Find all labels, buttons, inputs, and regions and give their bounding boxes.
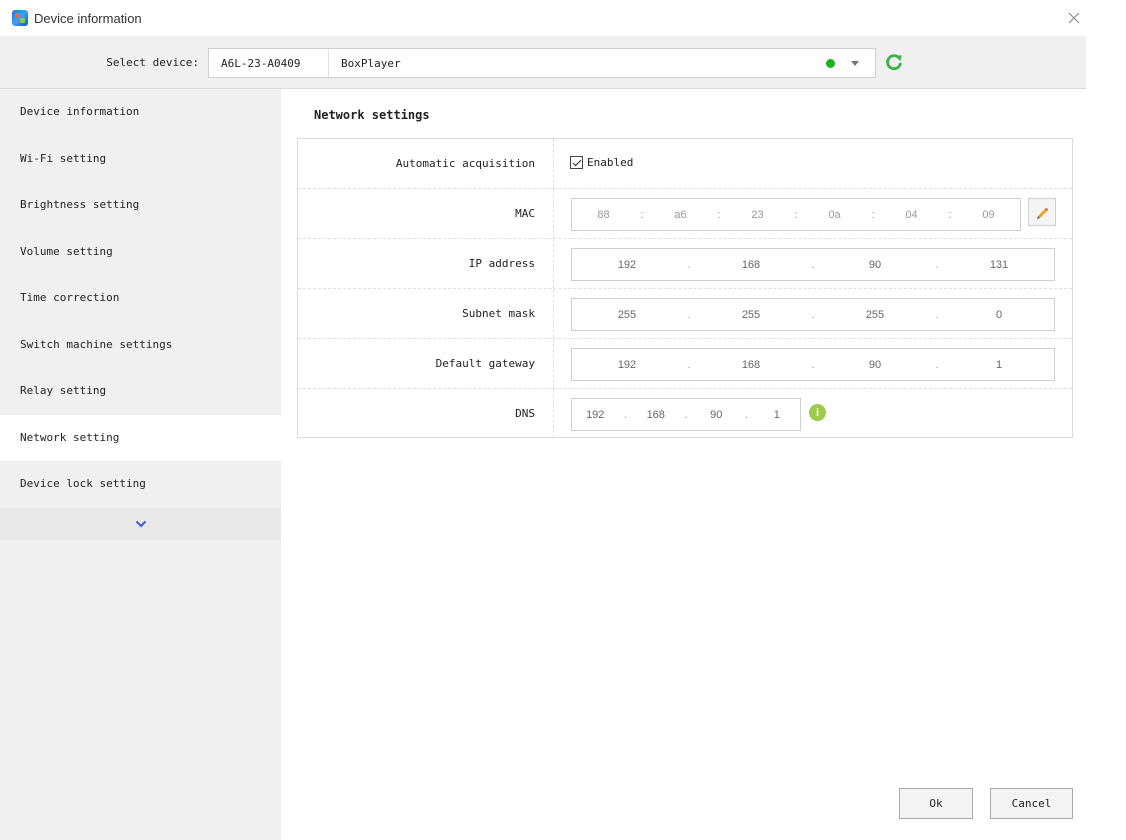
dns-field[interactable]: 192 . 168 . 90 . 1 [571, 398, 801, 431]
subnet-separator: . [935, 308, 939, 321]
gateway-octet[interactable]: 168 [696, 359, 806, 371]
edit-mac-button[interactable] [1028, 198, 1056, 226]
mac-separator: : [871, 208, 875, 221]
ip-octet[interactable]: 192 [572, 259, 682, 271]
gateway-separator: . [687, 358, 691, 371]
info-icon[interactable]: i [809, 404, 826, 421]
ip-octet[interactable]: 90 [820, 259, 930, 271]
sidebar-item-volume-setting[interactable]: Volume setting [0, 229, 281, 276]
mac-label: MAC [298, 189, 554, 238]
sidebar-item-switch-machine-settings[interactable]: Switch machine settings [0, 322, 281, 369]
sidebar-more-button[interactable] [0, 507, 281, 540]
mac-field: 88 : a6 : 23 : 0a : 04 : 09 [571, 198, 1021, 231]
automatic-acquisition-label: Automatic acquisition [298, 139, 554, 188]
mac-octet: 88 [597, 208, 610, 221]
default-gateway-field[interactable]: 192 . 168 . 90 . 1 [571, 348, 1055, 381]
app-icon [12, 10, 28, 26]
device-selector-bar: Select device: A6L-23-A0409 BoxPlayer [0, 36, 1086, 89]
gateway-separator: . [935, 358, 939, 371]
online-status-dot [826, 58, 835, 68]
subnet-octet[interactable]: 255 [572, 309, 682, 321]
mac-octet: 0a [828, 208, 841, 221]
mac-separator: : [794, 208, 798, 221]
dns-label: DNS [298, 389, 554, 438]
mac-octet: 23 [751, 208, 764, 221]
ok-button[interactable]: Ok [899, 788, 973, 819]
ip-octet[interactable]: 168 [696, 259, 806, 271]
section-title: Network settings [314, 108, 430, 122]
sidebar-item-brightness-setting[interactable]: Brightness setting [0, 182, 281, 229]
chevron-down-icon [851, 60, 859, 66]
sidebar-item-network-setting[interactable]: Network setting [0, 414, 281, 461]
subnet-separator: . [687, 308, 691, 321]
dns-separator: . [684, 408, 688, 421]
default-gateway-label: Default gateway [298, 339, 554, 388]
row-mac: MAC 88 : a6 : 23 : 0a : 04 : 09 [298, 189, 1072, 239]
mac-separator: : [640, 208, 644, 221]
title-bar: Device information [0, 0, 1086, 36]
row-dns: DNS 192 . 168 . 90 . 1 i [298, 389, 1072, 438]
gateway-octet[interactable]: 90 [820, 359, 930, 371]
gateway-octet[interactable]: 192 [572, 359, 682, 371]
subnet-octet[interactable]: 255 [820, 309, 930, 321]
sidebar-item-device-lock-setting[interactable]: Device lock setting [0, 461, 281, 508]
dns-octet[interactable]: 90 [693, 409, 740, 421]
subnet-octet[interactable]: 255 [696, 309, 806, 321]
row-default-gateway: Default gateway 192 . 168 . 90 . 1 [298, 339, 1072, 389]
mac-octet: 04 [905, 208, 918, 221]
chevron-down-icon [135, 520, 146, 527]
enabled-checkbox-label: Enabled [587, 156, 634, 169]
row-subnet-mask: Subnet mask 255 . 255 . 255 . 0 [298, 289, 1072, 339]
mac-separator: : [717, 208, 721, 221]
sidebar-item-time-correction[interactable]: Time correction [0, 275, 281, 322]
dns-separator: . [623, 408, 628, 421]
sidebar: Device information Wi-Fi setting Brightn… [0, 89, 281, 840]
close-button[interactable] [1062, 6, 1086, 30]
subnet-octet[interactable]: 0 [944, 309, 1054, 321]
mac-octet: a6 [674, 208, 687, 221]
ip-address-label: IP address [298, 239, 554, 288]
row-ip-address: IP address 192 . 168 . 90 . 131 [298, 239, 1072, 289]
ip-separator: . [811, 258, 815, 271]
pencil-icon [1037, 207, 1049, 219]
close-icon [1068, 12, 1080, 24]
ip-separator: . [935, 258, 939, 271]
refresh-icon[interactable] [884, 52, 904, 72]
device-name: BoxPlayer [341, 56, 401, 70]
device-id: A6L-23-A0409 [209, 49, 329, 77]
mac-separator: : [948, 208, 952, 221]
sidebar-item-wifi-setting[interactable]: Wi-Fi setting [0, 136, 281, 183]
mac-octet: 09 [982, 208, 995, 221]
ip-separator: . [687, 258, 691, 271]
ip-address-field[interactable]: 192 . 168 . 90 . 131 [571, 248, 1055, 281]
dns-octet[interactable]: 168 [633, 409, 680, 421]
dns-separator: . [744, 408, 749, 421]
window-title: Device information [34, 10, 142, 26]
subnet-mask-field[interactable]: 255 . 255 . 255 . 0 [571, 298, 1055, 331]
enabled-checkbox[interactable]: Enabled [570, 156, 633, 169]
cancel-button[interactable]: Cancel [990, 788, 1073, 819]
sidebar-item-device-information[interactable]: Device information [0, 89, 281, 136]
gateway-separator: . [811, 358, 815, 371]
checkbox-checked-icon [570, 156, 583, 169]
dns-octet[interactable]: 1 [754, 409, 801, 421]
select-device-label: Select device: [106, 56, 199, 69]
ip-octet[interactable]: 131 [944, 259, 1054, 271]
dns-octet[interactable]: 192 [572, 409, 619, 421]
network-settings-form: Automatic acquisition Enabled MAC 88 : a… [297, 138, 1073, 438]
subnet-separator: . [811, 308, 815, 321]
subnet-mask-label: Subnet mask [298, 289, 554, 338]
device-dropdown[interactable]: A6L-23-A0409 BoxPlayer [208, 48, 876, 78]
gateway-octet[interactable]: 1 [944, 359, 1054, 371]
sidebar-item-relay-setting[interactable]: Relay setting [0, 368, 281, 415]
row-automatic-acquisition: Automatic acquisition Enabled [298, 139, 1072, 189]
